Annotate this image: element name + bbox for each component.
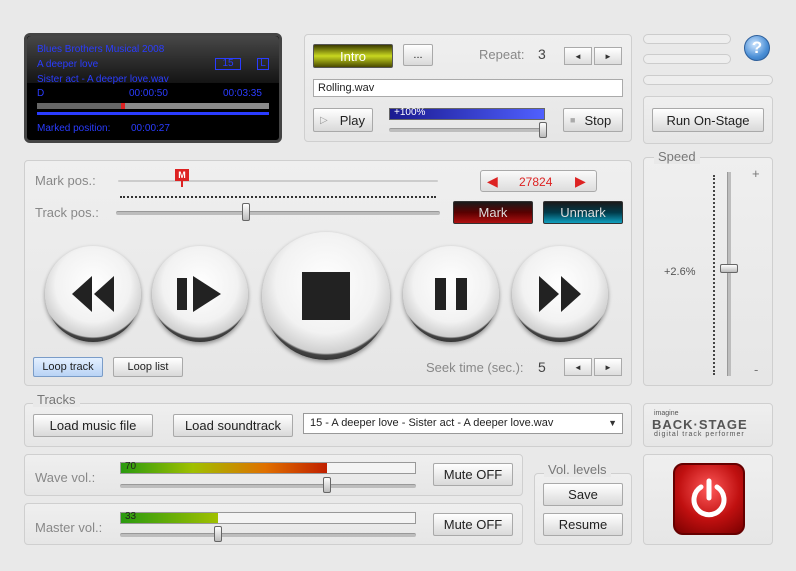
play-pause-icon [177,276,221,312]
seek-decrease-button[interactable]: ◄ [564,358,592,376]
track-select-dropdown[interactable]: 15 - A deeper love - Sister act - A deep… [303,413,623,434]
stop-button[interactable] [262,232,390,360]
left-arrow-icon: ◄ [574,362,582,372]
lcd-progress-bar [37,103,269,109]
intro-stop-button[interactable]: ■ Stop [563,108,623,132]
load-soundtrack-button[interactable]: Load soundtrack [173,414,293,437]
seek-time-label: Seek time (sec.): [426,360,524,375]
intro-volume-text: +100% [394,107,426,118]
mark-counter-value: 27824 [519,175,553,189]
power-icon [691,478,727,518]
lcd-track-number: 15 [215,58,241,70]
fast-forward-button[interactable] [512,246,608,342]
speed-legend: Speed [654,149,700,164]
wave-meter-value: 70 [125,461,137,472]
wave-volume-meter: 70 [120,461,416,474]
counter-next-icon[interactable]: ▶ [575,173,586,190]
speed-track [727,172,731,376]
pause-button[interactable] [403,246,499,342]
intro-volume-slider[interactable] [539,122,547,138]
repeat-decrease-button[interactable]: ◄ [564,47,592,65]
repeat-label: Repeat: [479,47,525,62]
track-pos-track [116,211,440,215]
save-levels-button[interactable]: Save [543,483,623,506]
mark-counter: ◀ 27824 ▶ [480,170,597,192]
wave-volume-track [120,484,416,488]
speed-panel [643,157,773,386]
speed-plus-label: + [752,166,760,181]
mark-pos-label: Mark pos.: [35,173,96,188]
wave-mute-button[interactable]: Mute OFF [433,463,513,486]
mark-pos-track [118,180,438,182]
lcd-marked-label: Marked position: [37,123,111,134]
mark-position-marker[interactable]: M [175,169,189,181]
intro-file-field[interactable]: Rolling.wav [313,79,623,97]
lcd-loop-indicator: L [257,58,269,70]
speed-value: +2.6% [664,266,696,278]
speed-slider[interactable] [720,264,738,273]
wave-volume-slider[interactable] [323,477,332,493]
vol-levels-legend: Vol. levels [544,462,611,477]
intro-button[interactable]: Intro [313,44,393,68]
rewind-icon [72,276,114,312]
lcd-marked-value: 00:00:27 [131,123,170,134]
seek-time-value: 5 [538,359,546,375]
lcd-time-prefix: D [37,88,45,99]
master-volume-track [120,533,416,537]
play-label: Play [339,112,365,128]
play-button[interactable] [152,246,248,342]
mark-button[interactable]: Mark [453,201,533,224]
unmark-button[interactable]: Unmark [543,201,623,224]
right-arrow-icon: ► [604,51,612,61]
master-volume-meter: 33 [120,511,416,524]
help-icon[interactable]: ? [744,35,770,61]
power-button[interactable] [673,463,745,535]
speed-minus-label: - [754,362,759,377]
master-volume-slider[interactable] [213,526,222,542]
logo-main-text: BACK·STAGE [652,417,748,432]
stop-icon: ■ [570,115,576,125]
resume-levels-button[interactable]: Resume [543,513,623,536]
track-pos-label: Track pos.: [35,205,99,220]
master-mute-button[interactable]: Mute OFF [433,513,513,536]
fast-forward-icon [539,276,581,312]
master-vol-label: Master vol.: [35,520,103,535]
repeat-value: 3 [538,46,546,62]
load-music-file-button[interactable]: Load music file [33,414,153,437]
speed-ticks [713,175,715,375]
master-meter-value: 33 [125,511,137,522]
track-select-value: 15 - A deeper love - Sister act - A deep… [310,417,554,429]
intro-volume-track [389,128,545,132]
wave-vol-label: Wave vol.: [35,470,96,485]
stop-square-icon [302,272,350,320]
logo-small-text: imagine [654,410,679,417]
pause-icon [435,278,467,310]
intro-volume-meter: +100% [389,107,545,120]
repeat-increase-button[interactable]: ► [594,47,622,65]
lcd-display: Blues Brothers Musical 2008 A deeper lov… [24,33,282,143]
lcd-time-total: 00:03:35 [223,88,262,99]
left-arrow-icon: ◄ [574,51,582,61]
intro-browse-button[interactable]: ... [403,44,433,66]
stop-label: Stop [584,112,612,128]
track-position-slider[interactable] [242,203,250,221]
run-onstage-button[interactable]: Run On-Stage [652,108,764,132]
lcd-time-elapsed: 00:00:50 [129,88,168,99]
loop-track-toggle[interactable]: Loop track [33,357,103,377]
lcd-show-title: Blues Brothers Musical 2008 [37,44,165,55]
intro-play-button[interactable]: ▷ Play [313,108,373,132]
rewind-button[interactable] [45,246,141,342]
track-pos-ticks [120,196,436,200]
loop-list-toggle[interactable]: Loop list [113,357,183,377]
right-arrow-icon: ► [604,362,612,372]
counter-prev-icon[interactable]: ◀ [487,173,498,190]
tracks-legend: Tracks [33,392,80,407]
logo-tagline: digital track performer [654,431,745,438]
seek-increase-button[interactable]: ► [594,358,622,376]
chevron-down-icon: ▼ [608,418,617,428]
play-icon: ▷ [320,114,328,126]
lcd-track-title: A deeper love [37,59,99,70]
lcd-file-name: Sister act - A deeper love.wav [37,74,169,85]
